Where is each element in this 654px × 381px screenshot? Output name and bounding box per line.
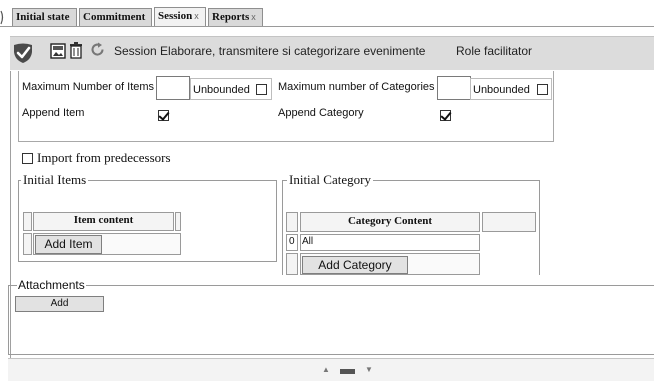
category-row-content: All: [302, 236, 314, 247]
append-item-checkbox[interactable]: [158, 110, 169, 121]
append-category-label: Append Category: [278, 107, 364, 119]
append-category-checkbox[interactable]: [440, 110, 451, 121]
tab-close-icon[interactable]: x: [194, 11, 199, 21]
category-row-header-cell: [286, 253, 298, 275]
items-extra-column-header: [175, 212, 181, 231]
tab-label: Initial state: [16, 11, 70, 23]
add-category-button[interactable]: Add Category: [302, 256, 408, 274]
max-categories-unbounded-label: Unbounded: [473, 84, 530, 96]
trash-icon[interactable]: [69, 42, 83, 59]
tab-bar-divider: [0, 26, 654, 27]
tab-close-icon[interactable]: x: [251, 12, 256, 22]
tab-initial-state[interactable]: Initial state: [12, 8, 77, 27]
max-items-unbounded-checkbox[interactable]: [256, 84, 267, 95]
category-row-index: 0: [289, 236, 295, 247]
category-row-header-cell: [286, 212, 298, 232]
max-categories-input[interactable]: [437, 76, 471, 100]
initial-category-legend: Initial Category: [287, 172, 373, 188]
check-shield-icon[interactable]: [12, 42, 34, 64]
import-predecessors-label: Import from predecessors: [37, 150, 171, 165]
tab-label: Session: [158, 10, 193, 22]
tab-reports[interactable]: Reports x: [208, 8, 263, 27]
max-categories-label: Maximum number of Categories: [278, 81, 435, 93]
attachments-legend: Attachments: [17, 278, 86, 292]
expand-up-icon[interactable]: ▲: [322, 365, 330, 374]
tab-label: Commitment: [83, 11, 146, 23]
max-items-unbounded-label: Unbounded: [193, 84, 250, 96]
max-items-label: Maximum Number of Items: [22, 81, 155, 93]
session-title: Session Elaborare, transmitere si catego…: [114, 44, 426, 58]
add-attachment-button[interactable]: Add: [15, 296, 104, 312]
item-content-column-header[interactable]: Item content: [33, 212, 174, 231]
import-predecessors-checkbox[interactable]: [22, 153, 33, 164]
collapse-down-icon[interactable]: ▼: [365, 365, 373, 374]
tab-scroll-left-icon[interactable]: [0, 9, 6, 26]
tab-commitment[interactable]: Commitment: [79, 8, 152, 27]
category-row-content-cell[interactable]: [300, 234, 480, 251]
bottom-splitter-bar: [8, 358, 654, 381]
max-categories-unbounded-checkbox[interactable]: [537, 84, 548, 95]
tab-label: Reports: [212, 11, 250, 23]
initial-items-legend: Initial Items: [21, 172, 89, 188]
tab-session[interactable]: Session x: [154, 7, 206, 27]
category-extra-column-header: [482, 212, 536, 232]
append-item-label: Append Item: [22, 107, 85, 119]
items-row-header-cell: [23, 233, 32, 255]
items-row-header-cell: [23, 212, 32, 231]
refresh-icon[interactable]: [90, 42, 105, 57]
role-label: Role facilitator: [456, 44, 533, 58]
category-content-column-header[interactable]: Category Content: [300, 212, 480, 232]
attachments-fieldset: [8, 285, 654, 355]
max-items-input[interactable]: [156, 76, 190, 100]
splitter-handle-icon[interactable]: [340, 369, 355, 374]
add-item-button[interactable]: Add Item: [35, 235, 102, 254]
image-icon[interactable]: [50, 43, 66, 59]
